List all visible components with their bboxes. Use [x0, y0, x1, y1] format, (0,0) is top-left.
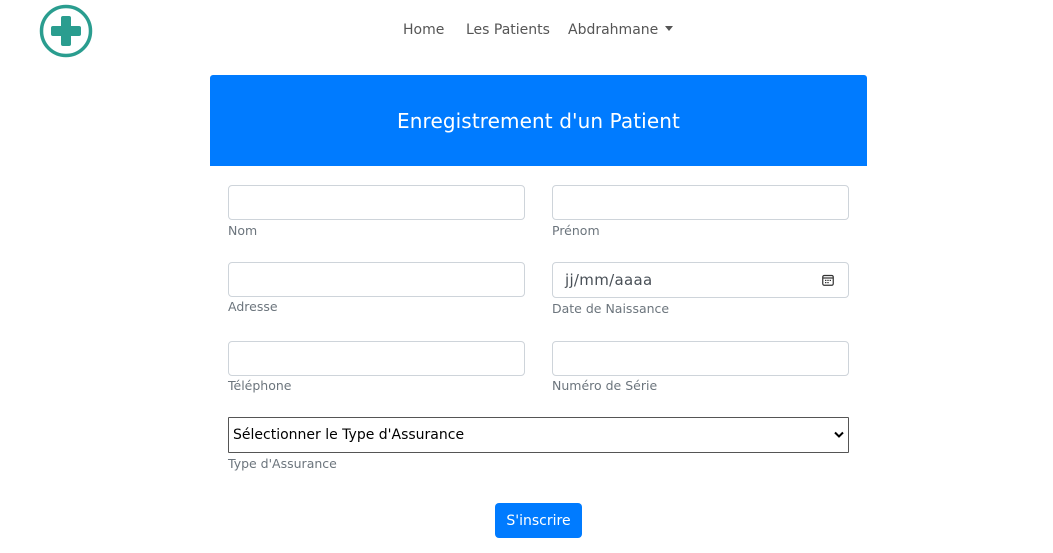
nom-field[interactable]: [228, 185, 525, 220]
telephone-label: Téléphone: [228, 378, 292, 393]
form-title: Enregistrement d'un Patient: [397, 108, 680, 133]
adresse-field[interactable]: [228, 262, 525, 297]
user-name: Abdrahmane: [568, 22, 659, 38]
numero-serie-field[interactable]: [552, 341, 849, 376]
nom-label: Nom: [228, 223, 258, 238]
nom-input[interactable]: [229, 186, 524, 219]
adresse-label: Adresse: [228, 299, 278, 314]
telephone-input[interactable]: [229, 342, 524, 375]
calendar-icon[interactable]: [822, 274, 834, 286]
navbar: Home Les Patients Abdrahmane: [0, 22, 1053, 42]
nav-user-dropdown[interactable]: Abdrahmane: [568, 22, 674, 38]
form-header: Enregistrement d'un Patient: [210, 75, 867, 166]
chevron-down-icon: [834, 431, 844, 438]
numero-serie-label: Numéro de Série: [552, 378, 658, 393]
caret-down-icon: [665, 26, 674, 31]
assurance-select[interactable]: Sélectionner le Type d'Assurance: [228, 417, 849, 453]
numero-serie-input[interactable]: [553, 342, 848, 375]
prenom-input[interactable]: [553, 186, 848, 219]
adresse-input[interactable]: [229, 263, 524, 296]
prenom-label: Prénom: [552, 223, 600, 238]
date-naissance-field[interactable]: jj/mm/aaaa: [552, 262, 849, 298]
nav-patients-link[interactable]: Les Patients: [466, 22, 550, 38]
assurance-label: Type d'Assurance: [228, 456, 337, 471]
telephone-field[interactable]: [228, 341, 525, 376]
assurance-selected-value: Sélectionner le Type d'Assurance: [233, 427, 465, 443]
date-placeholder: jj/mm/aaaa: [565, 271, 653, 289]
nav-home-link[interactable]: Home: [403, 22, 444, 38]
date-naissance-label: Date de Naissance: [552, 301, 670, 316]
submit-button[interactable]: S'inscrire: [495, 503, 582, 538]
prenom-field[interactable]: [552, 185, 849, 220]
